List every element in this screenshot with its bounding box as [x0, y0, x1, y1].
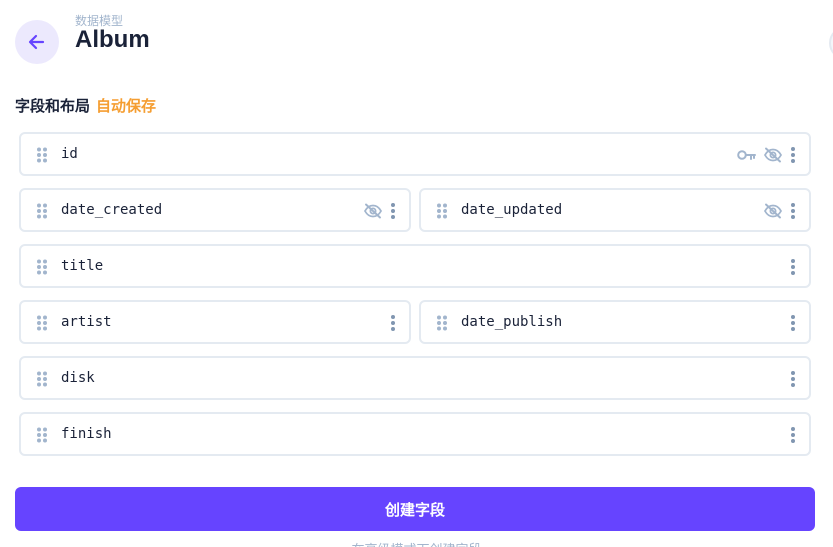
page-title: Album — [75, 26, 150, 53]
field-name: id — [61, 146, 78, 162]
arrow-left-icon — [27, 32, 47, 52]
field-row[interactable]: date_created — [19, 188, 411, 232]
field-name: artist — [61, 314, 112, 330]
autosave-label: 自动保存 — [96, 97, 157, 115]
eye-off-icon — [763, 147, 783, 163]
more-vertical-icon[interactable] — [389, 202, 397, 220]
field-name: disk — [61, 370, 95, 386]
drag-handle-icon[interactable] — [436, 315, 448, 331]
section-heading: 字段和布局 自动保存 — [15, 95, 156, 116]
drag-handle-icon[interactable] — [36, 147, 48, 163]
field-name: date_created — [61, 202, 163, 218]
back-button[interactable] — [15, 20, 59, 64]
drag-handle-icon[interactable] — [36, 371, 48, 387]
field-name: date_publish — [461, 314, 563, 330]
drag-handle-icon[interactable] — [36, 259, 48, 275]
field-row[interactable]: date_publish — [419, 300, 811, 344]
field-actions — [789, 258, 797, 276]
field-name: title — [61, 258, 104, 274]
eye-off-icon — [363, 203, 383, 219]
field-row[interactable]: id — [19, 132, 811, 176]
more-vertical-icon[interactable] — [789, 314, 797, 332]
drag-handle-icon[interactable] — [436, 203, 448, 219]
field-actions — [389, 314, 397, 332]
field-row[interactable]: date_updated — [419, 188, 811, 232]
field-actions — [737, 146, 797, 164]
field-row[interactable]: disk — [19, 356, 811, 400]
field-row[interactable]: artist — [19, 300, 411, 344]
more-vertical-icon[interactable] — [789, 426, 797, 444]
header-action-button[interactable] — [829, 26, 833, 60]
field-actions — [363, 202, 397, 220]
field-actions — [789, 426, 797, 444]
field-actions — [763, 202, 797, 220]
more-vertical-icon[interactable] — [789, 202, 797, 220]
advanced-mode-link[interactable]: 在高级模式下创建字段 — [0, 539, 833, 547]
field-actions — [789, 370, 797, 388]
field-actions — [789, 314, 797, 332]
section-title: 字段和布局 — [15, 97, 91, 115]
data-model-page: 数据模型 Album 字段和布局 自动保存 id date_created date_… — [0, 0, 833, 547]
field-row[interactable]: finish — [19, 412, 811, 456]
eye-off-icon — [763, 203, 783, 219]
more-vertical-icon[interactable] — [789, 370, 797, 388]
drag-handle-icon[interactable] — [36, 315, 48, 331]
create-field-button[interactable]: 创建字段 — [15, 487, 815, 531]
key-icon — [737, 148, 757, 162]
drag-handle-icon[interactable] — [36, 203, 48, 219]
more-vertical-icon[interactable] — [789, 258, 797, 276]
more-vertical-icon[interactable] — [389, 314, 397, 332]
more-vertical-icon[interactable] — [789, 146, 797, 164]
field-row[interactable]: title — [19, 244, 811, 288]
field-name: date_updated — [461, 202, 563, 218]
field-name: finish — [61, 426, 112, 442]
drag-handle-icon[interactable] — [36, 427, 48, 443]
